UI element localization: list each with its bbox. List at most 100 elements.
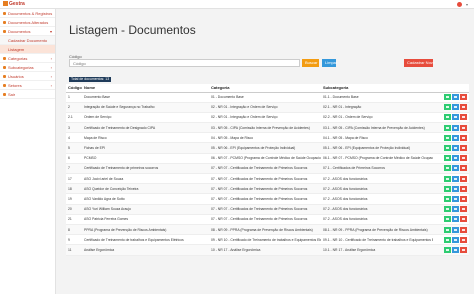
view-button[interactable] bbox=[452, 216, 459, 223]
view-button[interactable] bbox=[452, 185, 459, 192]
view-button[interactable] bbox=[452, 226, 459, 233]
edit-button[interactable] bbox=[444, 216, 451, 223]
sidebar-item[interactable]: Documentos & Registros bbox=[0, 9, 55, 18]
table-cell: 08 - NR 09 - PPRA (Programa de Prevenção… bbox=[209, 224, 321, 236]
sidebar-item[interactable]: Categorias › bbox=[0, 54, 55, 63]
table-cell: 6 bbox=[66, 153, 82, 164]
delete-button[interactable] bbox=[460, 236, 467, 243]
row-actions bbox=[433, 214, 469, 225]
edit-button[interactable] bbox=[444, 236, 451, 243]
code-filter-input[interactable] bbox=[69, 59, 300, 67]
table-cell: 10 - NR 17 - Análise Ergonômica bbox=[209, 244, 321, 256]
view-button[interactable] bbox=[452, 124, 459, 131]
delete-button[interactable] bbox=[460, 94, 467, 101]
edit-button[interactable] bbox=[444, 155, 451, 162]
sidebar-item[interactable]: Subcategorias › bbox=[0, 63, 55, 72]
delete-button[interactable] bbox=[460, 134, 467, 141]
delete-button[interactable] bbox=[460, 155, 467, 162]
sidebar-item[interactable]: Sair bbox=[0, 90, 55, 99]
edit-button[interactable] bbox=[444, 246, 451, 253]
table-cell: Fichas de EPI bbox=[82, 142, 209, 154]
menu-icon bbox=[3, 75, 6, 78]
table-cell: 04.1 - NR 05 - Mapa de Risco bbox=[321, 132, 433, 144]
table-cell: 7 bbox=[66, 163, 82, 175]
view-button[interactable] bbox=[452, 114, 459, 121]
sidebar-item[interactable]: Documentos ▾ bbox=[0, 27, 55, 36]
delete-button[interactable] bbox=[460, 145, 467, 152]
edit-button[interactable] bbox=[444, 94, 451, 101]
chevron-icon: › bbox=[50, 83, 52, 88]
table-cell: 07.2 - ASOS dos funcionários bbox=[321, 173, 433, 185]
table-row: 5 Fichas de EPI 05 - NR 06 - EPI (Equipame… bbox=[66, 142, 469, 154]
table-row: 2 Integração de Saúde e Segurança no Trab… bbox=[66, 102, 469, 113]
table-cell: Certificado de Treinamento de primeiros … bbox=[82, 163, 209, 175]
new-document-button[interactable]: Cadastrar Novo bbox=[404, 59, 435, 67]
edit-button[interactable] bbox=[444, 134, 451, 141]
table-cell: 07.2 - ASOS dos funcionários bbox=[321, 193, 433, 205]
edit-button[interactable] bbox=[444, 124, 451, 131]
row-actions bbox=[433, 163, 469, 175]
table-cell: 10.1 - NR 17 - Análise Ergonômica bbox=[321, 244, 433, 256]
delete-button[interactable] bbox=[460, 195, 467, 202]
table-cell: 07 - NR 07 - Certificados de Treinamento… bbox=[209, 183, 321, 195]
table-cell: 02 - NR 01 - Integração e Ordem de Servi… bbox=[209, 112, 321, 124]
edit-button[interactable] bbox=[444, 206, 451, 213]
edit-button[interactable] bbox=[444, 145, 451, 152]
row-actions bbox=[433, 183, 469, 195]
table-row: 21 ASO Patricia Ferreira Gomes 07 - NR 07 … bbox=[66, 214, 469, 225]
sidebar-item[interactable]: Setores › bbox=[0, 81, 55, 90]
view-button[interactable] bbox=[452, 206, 459, 213]
delete-button[interactable] bbox=[460, 104, 467, 111]
table-cell: 04 - NR 05 - Mapa de Risco bbox=[209, 132, 321, 144]
view-button[interactable] bbox=[452, 165, 459, 172]
delete-button[interactable] bbox=[460, 165, 467, 172]
table-cell: 1 bbox=[66, 92, 82, 103]
edit-button[interactable] bbox=[444, 226, 451, 233]
edit-button[interactable] bbox=[444, 114, 451, 121]
table-cell: 05.1 - NR 06 - EPI (Equipamentos de Prot… bbox=[321, 142, 433, 154]
table-cell: 01.1 - Documento Base bbox=[321, 92, 433, 103]
delete-button[interactable] bbox=[460, 124, 467, 131]
delete-button[interactable] bbox=[460, 185, 467, 192]
user-avatar-icon[interactable] bbox=[457, 2, 462, 7]
row-actions bbox=[433, 153, 469, 164]
view-button[interactable] bbox=[452, 236, 459, 243]
table-cell: 2 bbox=[66, 102, 82, 113]
view-button[interactable] bbox=[452, 175, 459, 182]
user-menu-caret-icon[interactable]: ▾ bbox=[466, 2, 468, 7]
delete-button[interactable] bbox=[460, 114, 467, 121]
delete-button[interactable] bbox=[460, 206, 467, 213]
table-cell: 07 - NR 07 - Certificados de Treinamento… bbox=[209, 204, 321, 215]
edit-button[interactable] bbox=[444, 165, 451, 172]
sidebar-item[interactable]: Usuários › bbox=[0, 72, 55, 81]
table-cell: Análise Ergonômica bbox=[82, 244, 209, 256]
clear-button[interactable]: Limpar bbox=[322, 59, 337, 67]
view-button[interactable] bbox=[452, 155, 459, 162]
sidebar-item[interactable]: Listagem bbox=[0, 45, 55, 54]
table-body: 1 Documento Base 01 - Documento Base 01.1 -… bbox=[66, 92, 469, 256]
sidebar-item-label: Setores bbox=[8, 83, 22, 88]
edit-button[interactable] bbox=[444, 185, 451, 192]
delete-button[interactable] bbox=[460, 216, 467, 223]
table-cell: Certificado de Treinamento de trabalhos … bbox=[82, 234, 209, 246]
view-button[interactable] bbox=[452, 104, 459, 111]
edit-button[interactable] bbox=[444, 175, 451, 182]
view-button[interactable] bbox=[452, 195, 459, 202]
row-actions bbox=[433, 173, 469, 185]
delete-button[interactable] bbox=[460, 175, 467, 182]
delete-button[interactable] bbox=[460, 246, 467, 253]
edit-button[interactable] bbox=[444, 195, 451, 202]
view-button[interactable] bbox=[452, 94, 459, 101]
sidebar-item[interactable]: Documentos Alterados bbox=[0, 18, 55, 27]
sidebar-item-label: Listagem bbox=[8, 47, 25, 52]
brand-logo[interactable]: Gestra bbox=[3, 1, 25, 7]
search-button[interactable]: Buscar bbox=[302, 59, 319, 67]
menu-icon bbox=[3, 84, 6, 87]
sidebar-item[interactable]: Cadastrar Documento bbox=[0, 36, 55, 45]
edit-button[interactable] bbox=[444, 104, 451, 111]
view-button[interactable] bbox=[452, 246, 459, 253]
view-button[interactable] bbox=[452, 145, 459, 152]
delete-button[interactable] bbox=[460, 226, 467, 233]
view-button[interactable] bbox=[452, 134, 459, 141]
table-row: 6 PCMSO 06 - NR 07 - PCMSO (Programa de Co… bbox=[66, 153, 469, 164]
